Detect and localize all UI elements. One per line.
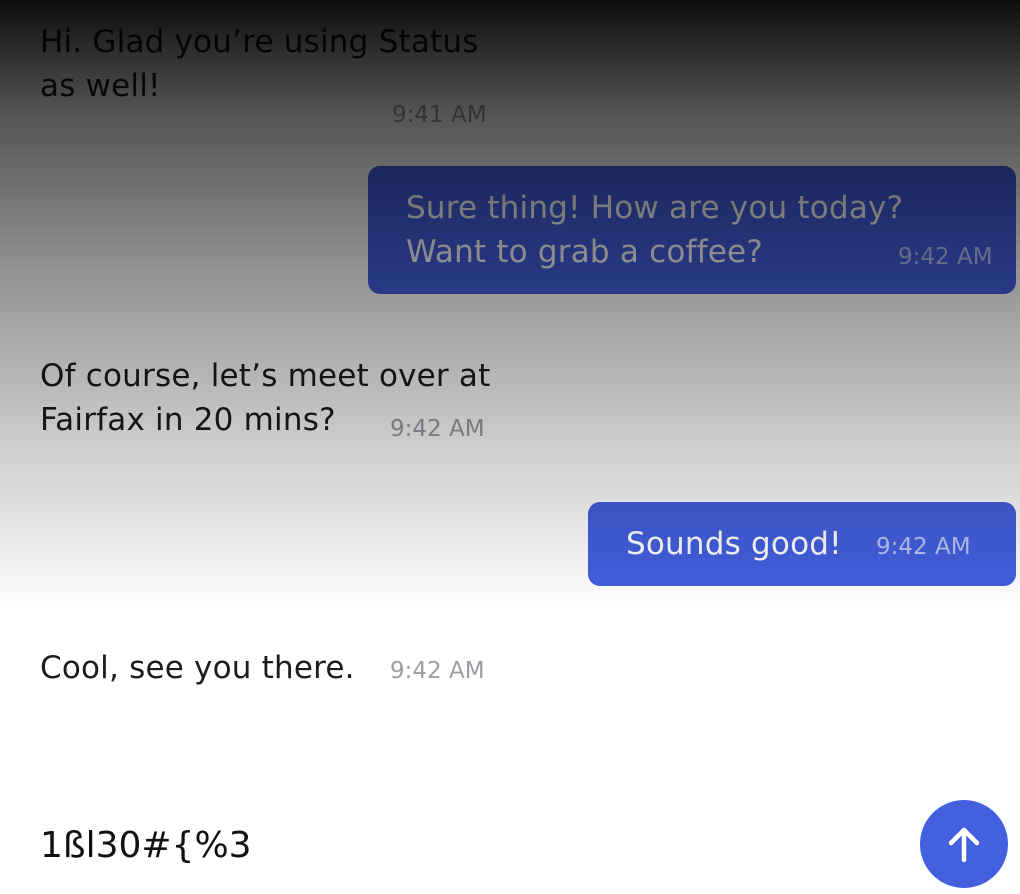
message-input[interactable]	[40, 818, 900, 872]
send-button[interactable]	[920, 800, 1008, 888]
message-timestamp: 9:42 AM	[876, 534, 971, 560]
message-timestamp: 9:42 AM	[898, 244, 993, 270]
message-outgoing: Sounds good! 9:42 AM	[588, 502, 1016, 586]
message-incoming: Of course, let’s meet over at Fairfax in…	[40, 354, 510, 454]
arrow-up-icon	[948, 827, 980, 863]
message-incoming: Cool, see you there. 9:42 AM	[40, 646, 510, 696]
message-text: Sounds good!	[626, 526, 842, 562]
message-timestamp: 9:41 AM	[392, 102, 487, 128]
message-timestamp: 9:42 AM	[390, 416, 485, 442]
message-text: Hi. Glad you’re using Status as well!	[40, 24, 479, 104]
message-outgoing: Sure thing! How are you today? Want to g…	[368, 166, 1016, 294]
message-timestamp: 9:42 AM	[390, 658, 485, 684]
message-text: Sure thing! How are you today? Want to g…	[406, 190, 904, 270]
chat-view: Hi. Glad you’re using Status as well! 9:…	[0, 0, 1020, 894]
message-incoming: Hi. Glad you’re using Status as well! 9:…	[40, 20, 510, 128]
